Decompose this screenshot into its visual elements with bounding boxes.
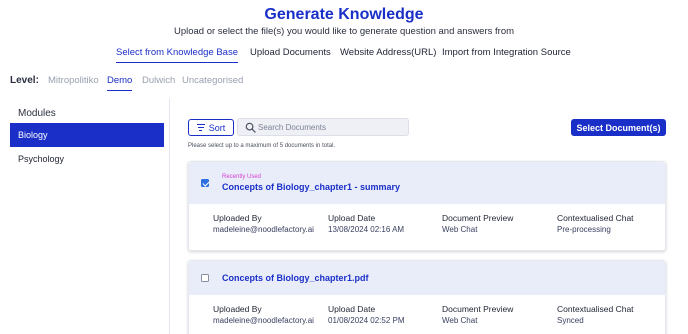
document-card-header: Concepts of Biology_chapter1.pdf [189, 261, 665, 295]
document-checkbox[interactable] [201, 274, 209, 282]
upload-date-value: 13/08/2024 02:16 AM [328, 225, 405, 234]
document-preview-label: Document Preview [442, 213, 514, 223]
level-mitropolitiko[interactable]: Mitropolitiko [48, 75, 99, 90]
contextualised-chat-label: Contextualised Chat [557, 213, 634, 223]
sort-button[interactable]: Sort [188, 119, 234, 136]
source-tabs: Select from Knowledge Base Upload Docume… [0, 47, 688, 63]
document-card: Concepts of Biology_chapter1.pdf Uploade… [188, 260, 666, 334]
level-label: Level: [10, 75, 39, 86]
selection-hint: Please select up to a maximum of 5 docum… [188, 143, 336, 149]
search-input[interactable] [258, 120, 406, 135]
document-preview-value[interactable]: Web Chat [442, 316, 477, 325]
document-card-header: Recently Used Concepts of Biology_chapte… [189, 162, 665, 204]
document-preview-value[interactable]: Web Chat [442, 225, 477, 234]
uploaded-by-value: madeleine@noodlefactory.ai [213, 316, 314, 325]
sort-icon [196, 124, 205, 131]
contextualised-chat-value: Pre-processing [557, 225, 611, 234]
documents-panel: Sort Select Document(s) Please select up… [177, 98, 688, 334]
document-name[interactable]: Concepts of Biology_chapter1 - summary [222, 182, 400, 192]
document-preview-label: Document Preview [442, 304, 514, 314]
recently-used-label: Recently Used [222, 174, 262, 180]
upload-date-label: Upload Date [328, 213, 376, 223]
tab-upload-documents[interactable]: Upload Documents [250, 47, 331, 62]
tab-integration-source[interactable]: Import from Integration Source [442, 47, 571, 62]
select-documents-button[interactable]: Select Document(s) [571, 119, 666, 136]
modules-heading: Modules [18, 108, 56, 119]
level-demo[interactable]: Demo [107, 75, 133, 91]
contextualised-chat-label: Contextualised Chat [557, 304, 634, 314]
search-box [237, 118, 409, 136]
sidebar-item-biology[interactable]: Biology [10, 123, 164, 147]
level-uncategorised[interactable]: Uncategorised [182, 75, 243, 90]
search-icon [245, 122, 256, 133]
page-title: Generate Knowledge [264, 6, 424, 23]
upload-date-label: Upload Date [328, 304, 376, 314]
tab-website-url[interactable]: Website Address(URL) [340, 47, 436, 62]
document-checkbox[interactable] [201, 179, 209, 187]
modules-sidebar: Modules Biology Psychology [0, 98, 170, 334]
page-subtitle: Upload or select the file(s) you would l… [173, 26, 515, 37]
sort-label: Sort [208, 122, 226, 133]
sidebar-item-psychology[interactable]: Psychology [10, 147, 164, 171]
uploaded-by-label: Uploaded By [213, 304, 262, 314]
uploaded-by-label: Uploaded By [213, 213, 262, 223]
contextualised-chat-value: Synced [557, 316, 584, 325]
uploaded-by-value: madeleine@noodlefactory.ai [213, 225, 314, 234]
tab-select-knowledge-base[interactable]: Select from Knowledge Base [116, 47, 238, 63]
level-dulwich[interactable]: Dulwich [142, 75, 175, 90]
document-card: Recently Used Concepts of Biology_chapte… [188, 161, 666, 251]
document-name[interactable]: Concepts of Biology_chapter1.pdf [222, 273, 369, 283]
upload-date-value: 01/08/2024 02:52 PM [328, 316, 405, 325]
